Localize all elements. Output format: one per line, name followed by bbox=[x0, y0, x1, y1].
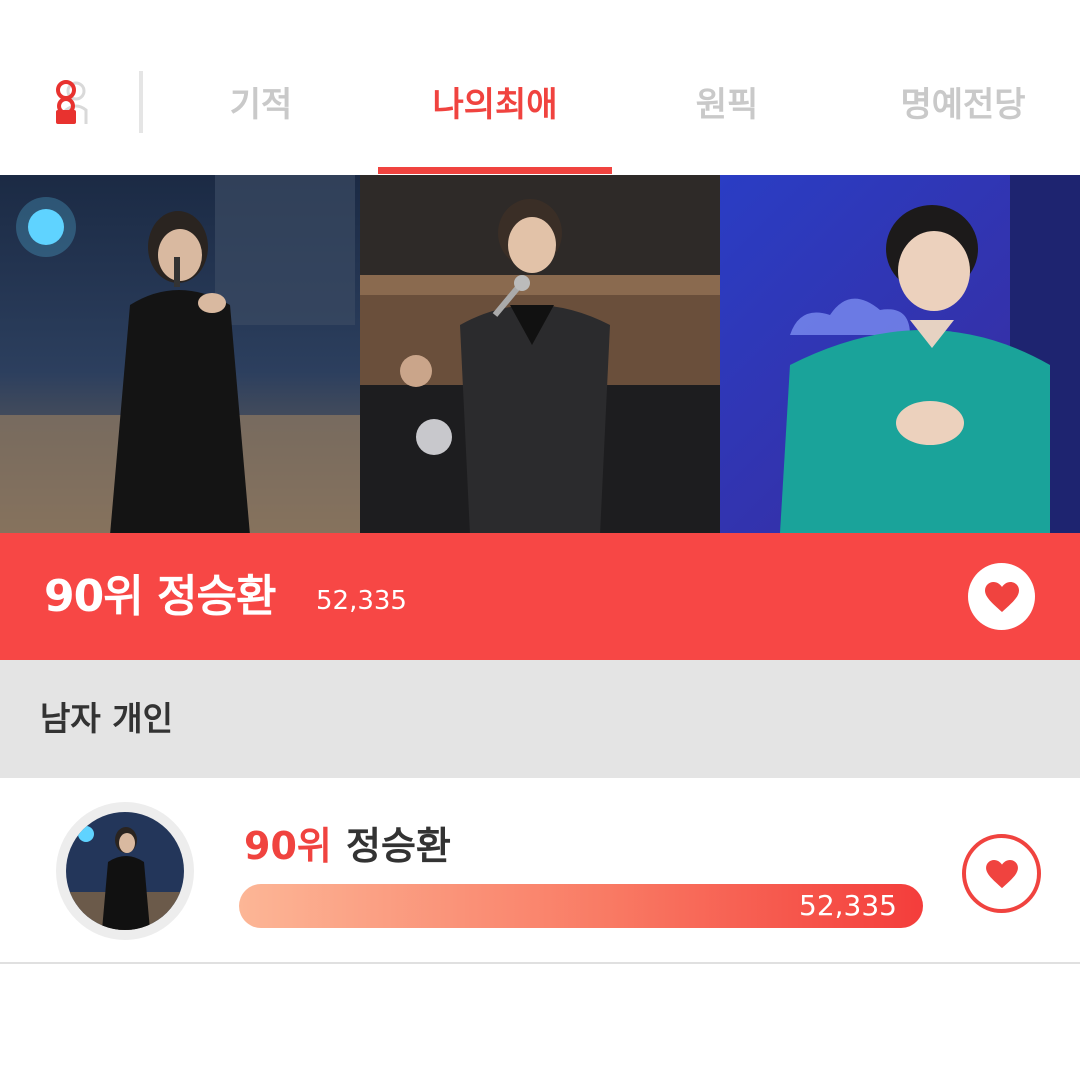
ranking-list-item[interactable]: 90위 정승환 52,335 bbox=[0, 778, 1080, 964]
artist-photo-1[interactable] bbox=[0, 175, 360, 533]
category-header: 남자 개인 bbox=[0, 660, 1080, 778]
artist-photo-3[interactable] bbox=[720, 175, 1080, 533]
vote-count: 52,335 bbox=[799, 889, 897, 922]
heart-icon bbox=[985, 859, 1018, 888]
artist-photo-2[interactable] bbox=[360, 175, 720, 533]
tab-one-pick[interactable]: 원픽 bbox=[660, 80, 794, 130]
banner-vote-count: 52,335 bbox=[316, 586, 407, 616]
active-tab-indicator bbox=[378, 167, 612, 174]
vote-progress-bar: 52,335 bbox=[239, 884, 923, 928]
banner-vote-button[interactable] bbox=[968, 563, 1035, 630]
top-navigation: 기적 나의최애 원픽 명예전당 bbox=[0, 0, 1080, 175]
category-title: 남자 개인 bbox=[40, 699, 173, 738]
fan-user-icon[interactable] bbox=[48, 80, 96, 126]
row-artist-name: 정승환 bbox=[346, 824, 451, 868]
row-vote-button[interactable] bbox=[962, 834, 1041, 913]
tab-miracle[interactable]: 기적 bbox=[194, 80, 328, 130]
banner-artist-name: 정승환 bbox=[157, 571, 276, 622]
tab-my-favorite[interactable]: 나의최애 bbox=[398, 80, 592, 130]
artist-photo-strip bbox=[0, 175, 1080, 533]
heart-icon bbox=[984, 581, 1019, 612]
banner-rank-label: 90위 정승환 bbox=[44, 567, 277, 627]
avatar[interactable] bbox=[66, 812, 184, 930]
nav-divider bbox=[139, 71, 143, 133]
banner-rank: 90위 bbox=[44, 571, 144, 622]
my-favorite-rank-banner: 90위 정승환 52,335 bbox=[0, 533, 1080, 660]
tab-hall-of-fame[interactable]: 명예전당 bbox=[872, 80, 1054, 130]
row-rank: 90위 bbox=[244, 824, 332, 868]
